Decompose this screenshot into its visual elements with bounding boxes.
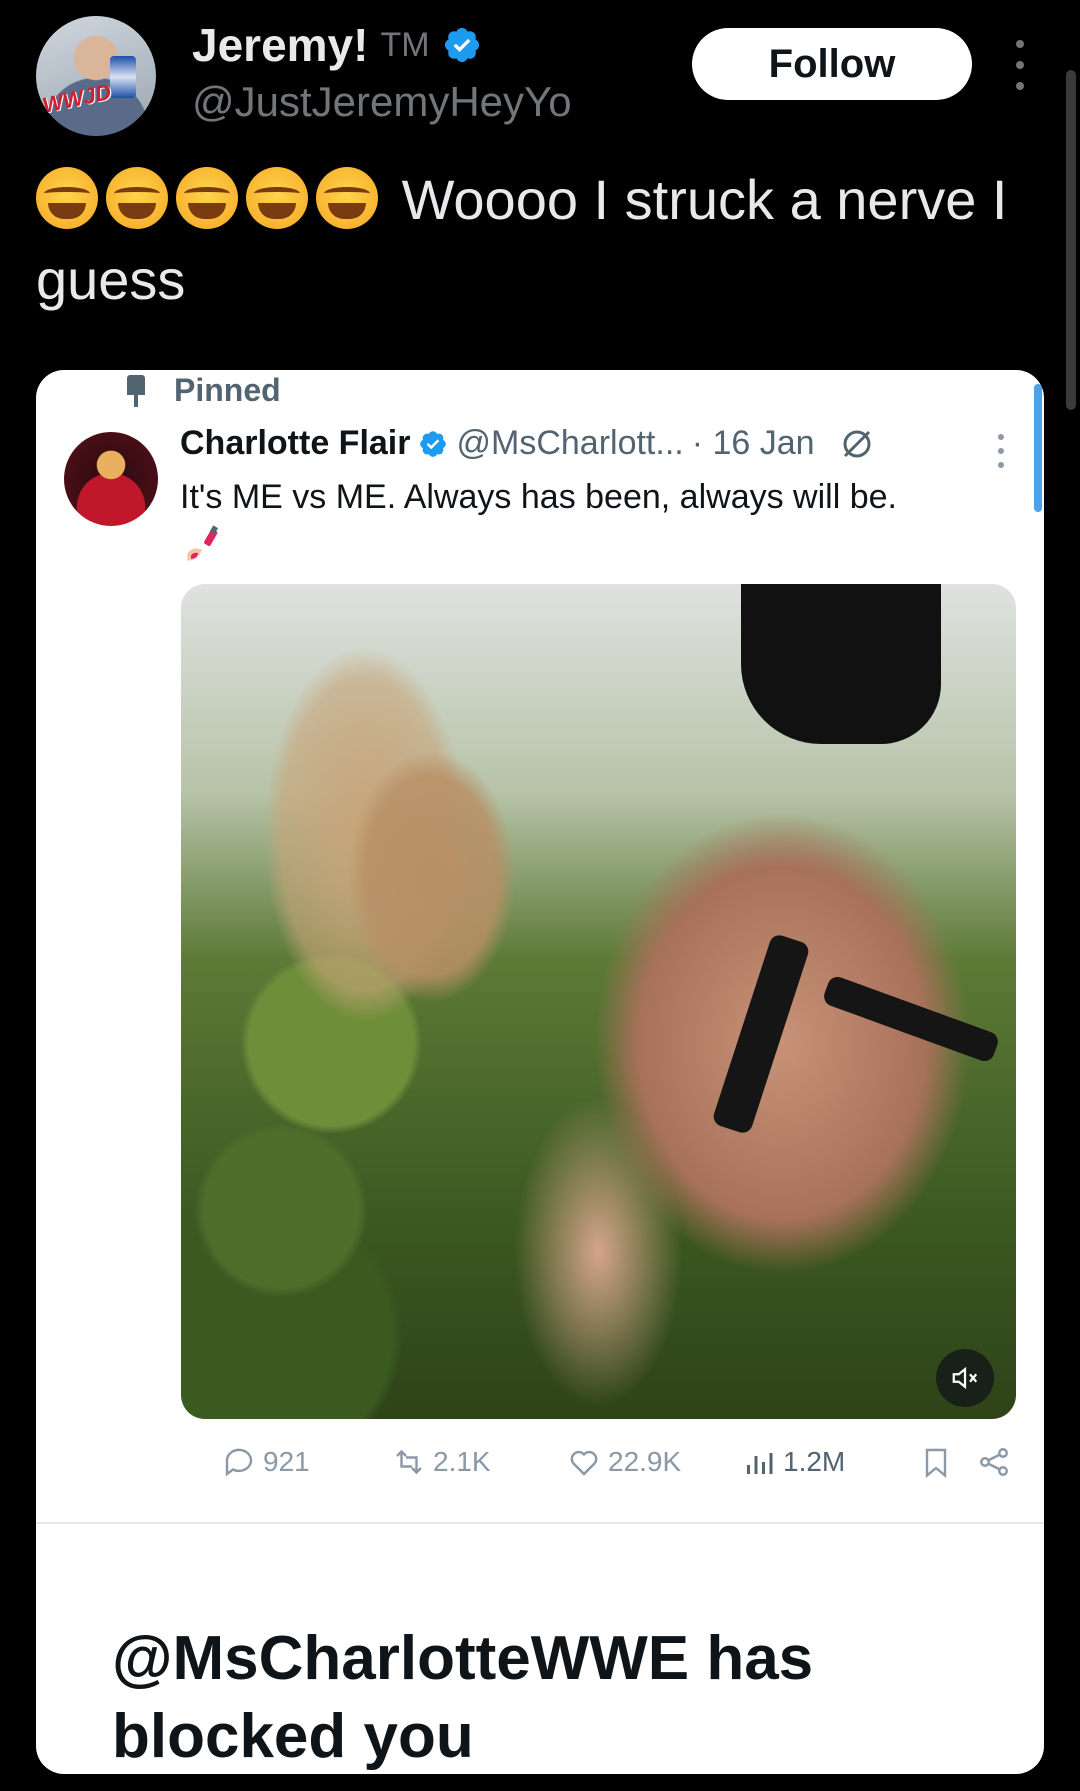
follow-button[interactable]: Follow	[692, 28, 972, 100]
quoted-text: It's ME vs ME. Always has been, always w…	[180, 478, 897, 516]
laughing-emoji-icon	[176, 167, 238, 229]
quoted-author-handle[interactable]: @MsCharlott...	[456, 424, 683, 463]
card-scroll-indicator	[1034, 384, 1042, 512]
laughing-emoji-icon	[316, 167, 378, 229]
pin-icon	[124, 373, 148, 407]
bookmark-icon[interactable]	[918, 1444, 954, 1480]
divider	[36, 1522, 1044, 1524]
laughing-emoji-icon	[246, 167, 308, 229]
views-count: 1.2M	[783, 1446, 846, 1477]
quoted-header: Charlotte Flair @MsCharlott... · 16 Jan	[180, 424, 875, 463]
repost-count: 2.1K	[433, 1446, 491, 1477]
mute-icon[interactable]	[936, 1349, 994, 1407]
avatar-text: WWJD	[40, 79, 114, 118]
repost-icon	[396, 1449, 422, 1475]
tweet-header: WWJD Jeremy! TM @JustJeremyHeyYo Follow	[0, 0, 1080, 150]
embedded-screenshot-card[interactable]: Pinned Charlotte Flair @MsCharlott... · …	[36, 370, 1044, 1774]
media-shape	[741, 584, 941, 744]
pinned-row: Pinned	[124, 370, 281, 410]
bottom-strip	[0, 1778, 1080, 1791]
tweet-actions: 921 2.1K 22.9K 1.2M	[186, 1436, 1026, 1496]
grok-icon[interactable]	[839, 426, 875, 462]
repost-button[interactable]: 2.1K	[391, 1444, 491, 1480]
tweet-text: Woooo I struck a nerve I guess	[36, 160, 1046, 320]
quoted-avatar[interactable]	[64, 432, 158, 526]
pinned-label: Pinned	[174, 371, 281, 408]
quoted-date[interactable]: · 16 Jan	[692, 424, 815, 463]
verified-badge-icon	[444, 27, 479, 63]
reply-count: 921	[263, 1446, 310, 1477]
media-shape	[711, 932, 811, 1136]
like-button[interactable]: 22.9K	[566, 1444, 681, 1480]
like-icon	[570, 1450, 598, 1476]
laughing-emoji-icon	[106, 167, 168, 229]
name-row: Jeremy! TM	[192, 18, 482, 72]
laughing-emoji-icon	[36, 167, 98, 229]
video-media[interactable]	[181, 584, 1016, 1419]
user-handle[interactable]: @JustJeremyHeyYo	[192, 78, 572, 126]
can-graphic	[110, 56, 136, 98]
avatar[interactable]: WWJD	[36, 16, 156, 136]
reply-button[interactable]: 921	[221, 1444, 310, 1480]
views-button[interactable]: 1.2M	[741, 1444, 845, 1480]
media-shape	[821, 974, 1001, 1064]
trademark-text: TM	[380, 25, 430, 64]
quoted-more-icon[interactable]	[996, 434, 1006, 468]
more-icon[interactable]	[1005, 40, 1035, 90]
blocked-message: @MsCharlotteWWE has blocked you	[112, 1624, 814, 1771]
share-icon[interactable]	[976, 1444, 1012, 1480]
verified-badge-icon	[420, 430, 447, 457]
display-name[interactable]: Jeremy!	[192, 18, 368, 72]
like-count: 22.9K	[608, 1446, 682, 1477]
quoted-author-name[interactable]: Charlotte Flair	[180, 424, 410, 463]
nail-polish-icon	[187, 525, 219, 561]
reply-icon	[225, 1448, 253, 1477]
views-icon	[747, 1453, 773, 1474]
